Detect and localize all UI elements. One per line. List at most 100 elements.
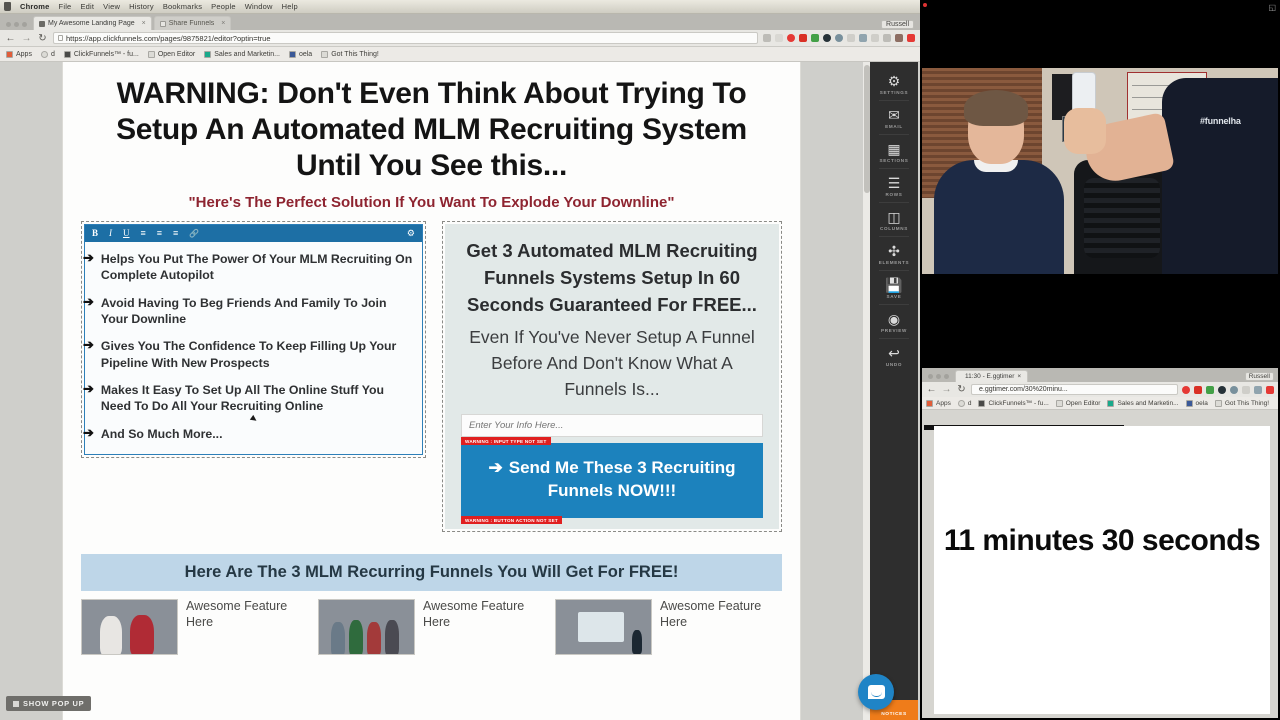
align-center-icon[interactable]: ≡ [157,229,162,238]
profile-chip[interactable]: Russell [1244,372,1274,381]
extension-icons[interactable] [1182,385,1274,394]
features-band-title[interactable]: Here Are The 3 MLM Recurring Funnels You… [81,554,782,592]
list-item[interactable]: ➔ Helps You Put The Power Of Your MLM Re… [83,251,414,284]
optin-headline[interactable]: Get 3 Automated MLM Recruiting Funnels S… [461,237,763,319]
address-bar[interactable]: e.ggtimer.com/30%20minu... [971,384,1178,395]
feature-thumbnail[interactable] [318,599,415,656]
sidebar-item-preview[interactable]: ◉ PREVIEW [870,306,918,337]
bookmark-apps[interactable]: Apps [926,399,951,407]
menu-item-people[interactable]: People [211,2,236,11]
extension-dark-icon[interactable] [1218,385,1226,394]
underline-icon[interactable]: U [123,229,130,238]
timer-tab[interactable]: 11:30 - E.ggtimer × [955,370,1029,382]
page-headline[interactable]: WARNING: Don't Even Think About Trying T… [63,62,800,186]
bookmark-oela[interactable]: oela [288,50,312,58]
back-icon[interactable]: ← [5,33,16,44]
browser-tab-active[interactable]: My Awesome Landing Page × [33,16,152,30]
forward-icon[interactable]: → [941,384,952,395]
extension-brown-icon[interactable] [895,34,903,42]
extension-color-icon[interactable] [811,34,819,42]
tab-close-icon[interactable]: × [1017,373,1021,380]
extension-dark-icon[interactable] [823,34,831,42]
extension-blue-icon[interactable] [1254,385,1262,394]
bookmark-got-this-thing[interactable]: Got This Thing! [321,50,379,58]
sidebar-item-undo[interactable]: ↩ UNDO [870,340,918,371]
opera-icon[interactable] [787,34,795,42]
menu-item-history[interactable]: History [129,2,154,11]
extension-blue-icon[interactable] [859,34,867,42]
chrome-menu-icon[interactable] [907,34,915,42]
show-popup-button[interactable]: SHOW POP UP [6,696,92,711]
page-info-icon[interactable] [58,35,63,41]
reload-icon[interactable]: ↻ [37,33,48,44]
feature-thumbnail[interactable] [555,599,652,656]
window-controls[interactable] [6,22,27,27]
extension-gray-icon[interactable] [1242,385,1250,394]
feature-thumbnail[interactable] [81,599,178,656]
extension-pale-icon[interactable] [883,34,891,42]
feature-item[interactable]: Awesome Feature Here [318,599,545,656]
align-left-icon[interactable]: ≡ [141,229,146,238]
chrome-menu-icon[interactable] [1266,385,1274,394]
menu-item-window[interactable]: Window [245,2,273,11]
bookmark-d[interactable]: d [957,399,971,407]
extension-user-icon[interactable] [835,34,843,42]
tab-close-icon[interactable]: × [217,20,225,27]
sidebar-item-email[interactable]: ✉ EMAIL [870,102,918,133]
bookmark-got-this-thing[interactable]: Got This Thing! [1214,399,1269,407]
list-item[interactable]: ➔ Avoid Having To Beg Friends And Family… [83,294,414,328]
menu-item-chrome[interactable]: Chrome [20,2,50,11]
bookmark-clickfunnels[interactable]: ClickFunnels™ - fu... [63,50,139,58]
menu-item-edit[interactable]: Edit [80,2,94,11]
submit-button[interactable]: ➔ Send Me These 3 Recruiting Funnels NOW!… [461,443,763,519]
sidebar-item-settings[interactable]: ⚙ SETTINGS [870,68,918,99]
extension-color-icon[interactable] [1206,385,1214,394]
back-icon[interactable]: ← [926,384,937,395]
bookmark-d[interactable]: d [40,50,55,58]
list-item[interactable]: ➔ And So Much More... [83,425,414,442]
extension-red-icon[interactable] [1194,385,1202,394]
list-item[interactable]: ➔ Makes It Easy To Set Up All The Online… [83,382,414,415]
menu-item-file[interactable]: File [59,2,72,11]
bookmark-apps[interactable]: Apps [6,50,32,58]
intercom-chat-button[interactable] [858,674,894,710]
text-settings-gear-icon[interactable]: ⚙ [407,228,415,239]
feature-item[interactable]: Awesome Feature Here [555,599,782,656]
sidebar-item-elements[interactable]: ✣ ELEMENTS [870,238,918,269]
address-bar[interactable]: https://app.clickfunnels.com/pages/98758… [53,32,758,44]
forward-icon[interactable]: → [21,33,32,44]
menu-item-help[interactable]: Help [282,2,298,11]
bookmark-open-editor[interactable]: Open Editor [147,50,195,58]
expand-icon[interactable]: ◱ [1268,3,1276,12]
window-controls[interactable] [928,374,949,379]
sidebar-item-sections[interactable]: ▦ SECTIONS [870,136,918,167]
extension-red-icon[interactable] [799,34,807,42]
bold-icon[interactable]: B [92,229,98,238]
browser-tab-share-funnels[interactable]: Share Funnels × [153,16,232,30]
optin-input[interactable] [461,414,763,438]
extension-light-icon[interactable] [871,34,879,42]
feature-item[interactable]: Awesome Feature Here [81,599,308,656]
opera-icon[interactable] [1182,385,1190,394]
menu-item-view[interactable]: View [103,2,120,11]
bookmark-oela[interactable]: oela [1185,399,1208,407]
sidebar-item-rows[interactable]: ☰ ROWS [870,170,918,201]
menu-item-bookmarks[interactable]: Bookmarks [163,2,202,11]
reload-icon[interactable]: ↻ [956,384,967,395]
page-subheadline[interactable]: "Here's The Perfect Solution If You Want… [63,186,800,221]
sidebar-item-save[interactable]: 💾 SAVE [870,272,918,303]
extension-gray-icon[interactable] [847,34,855,42]
bookmark-open-editor[interactable]: Open Editor [1055,399,1100,407]
bookmark-sales-marketing[interactable]: Sales and Marketin... [204,50,280,58]
optin-subheadline[interactable]: Even If You've Never Setup A Funnel Befo… [461,319,763,403]
sidebar-item-columns[interactable]: ◫ COLUMNS [870,204,918,235]
webcam-video[interactable]: ◱ #funnelha [920,0,1280,352]
list-item[interactable]: ➔ Gives You The Confidence To Keep Filli… [83,338,414,371]
link-icon[interactable]: 🔗 [189,229,199,238]
star-icon[interactable] [775,34,783,42]
bookmark-sales-marketing[interactable]: Sales and Marketin... [1107,399,1179,407]
bookmark-clickfunnels[interactable]: ClickFunnels™ - fu... [978,399,1049,407]
extension-user-icon[interactable] [1230,385,1238,394]
extension-icons[interactable] [763,34,915,42]
align-right-icon[interactable]: ≡ [173,229,178,238]
